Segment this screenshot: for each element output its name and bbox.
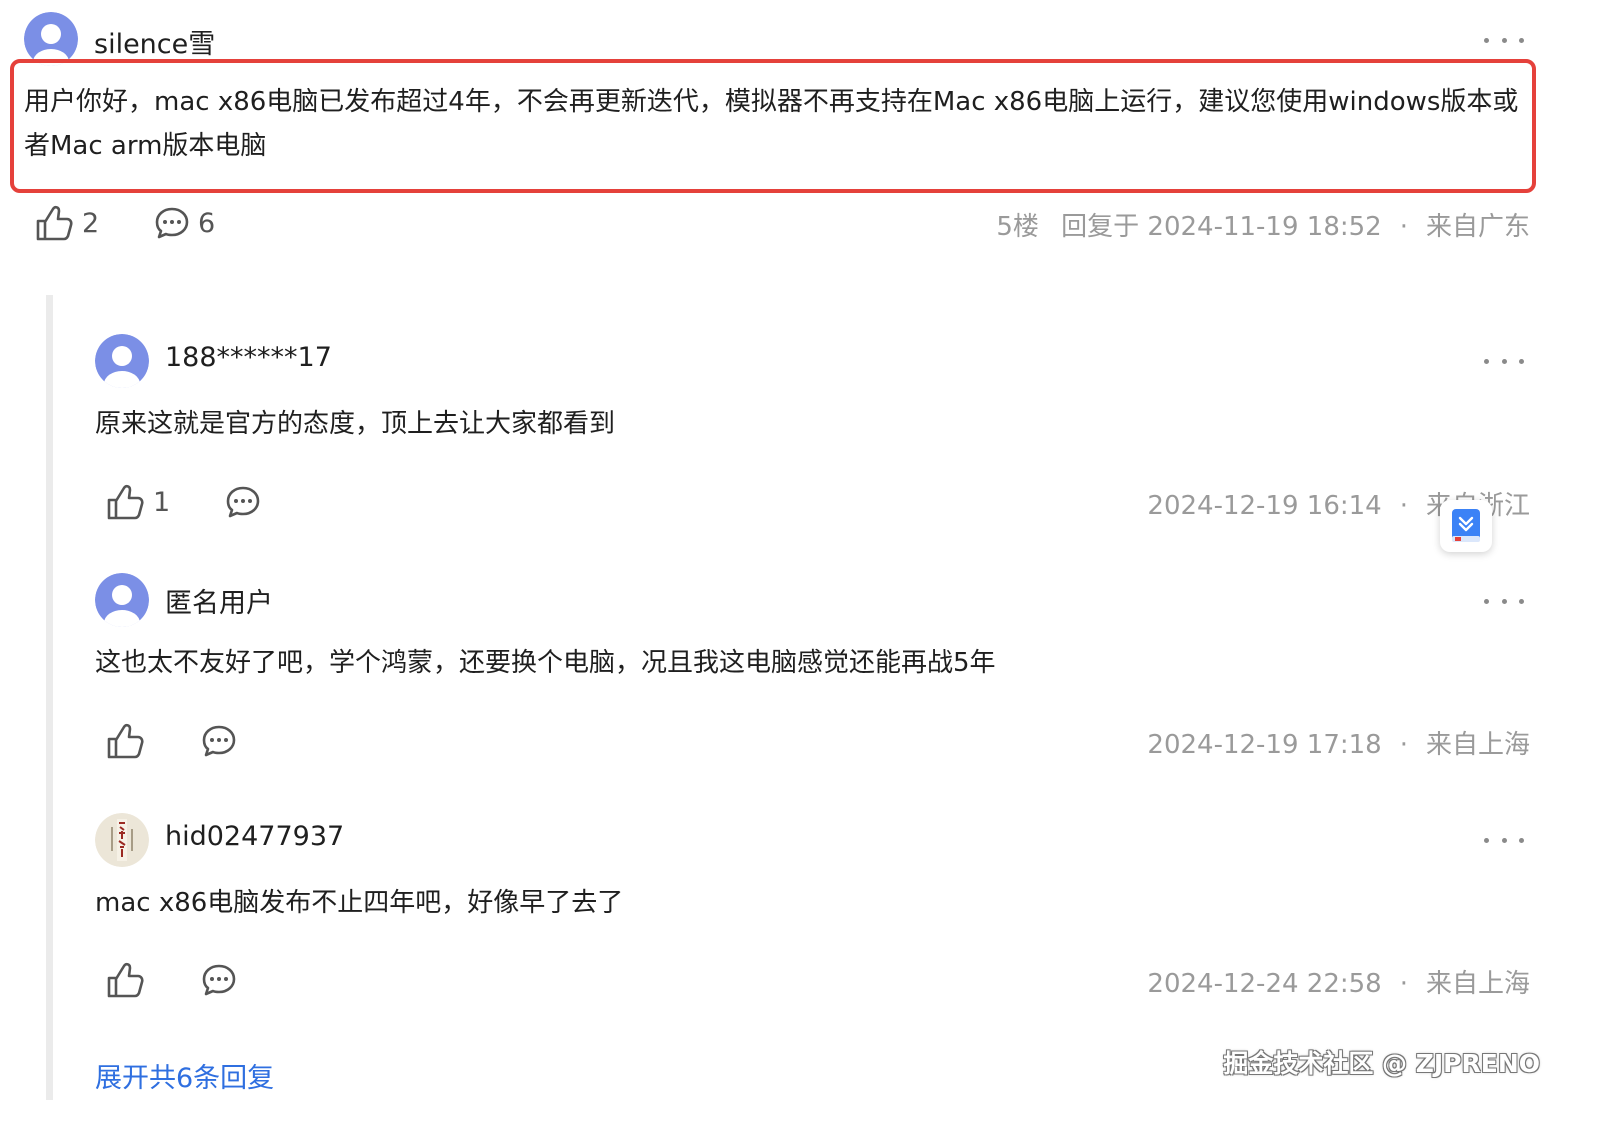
reply-content: 原来这就是官方的态度，顶上去让大家都看到 (95, 409, 616, 439)
thumbs-up-icon (107, 723, 144, 759)
floor-number: 5楼 (996, 212, 1039, 242)
separator-dot: · (1399, 491, 1408, 521)
username[interactable]: 188******17 (165, 342, 332, 373)
like-button[interactable] (105, 721, 145, 761)
book-download-icon (1452, 509, 1480, 542)
separator-dot: · (1399, 730, 1408, 760)
reply-time: 回复于 2024-11-19 18:52 (1061, 212, 1382, 242)
watermark: 掘金技术社区 @ ZJPRENO (1223, 1049, 1540, 1078)
username[interactable]: 匿名用户 (165, 581, 273, 620)
reply-content: mac x86电脑发布不止四年吧，好像早了去了 (95, 888, 624, 918)
floating-book-widget[interactable] (1440, 500, 1492, 552)
username[interactable]: hid02477937 (165, 821, 344, 852)
reply-button[interactable] (201, 723, 237, 759)
thumbs-up-icon (107, 484, 144, 520)
reply-content: 这也太不友好了吧，学个鸿蒙，还要换个电脑，况且我这电脑感觉还能再战5年 (95, 648, 996, 678)
avatar[interactable] (24, 12, 78, 66)
separator-dot: · (1399, 969, 1408, 999)
avatar[interactable] (95, 334, 149, 388)
comment-meta: 5楼 回复于 2024-11-19 18:52 · 来自广东 (996, 206, 1530, 243)
reply-time: 2024-12-24 22:58 (1147, 969, 1382, 999)
user-avatar-icon (24, 12, 78, 66)
reply-meta: 2024-12-19 17:18 · 来自上海 (1147, 724, 1530, 761)
like-button[interactable]: 2 (34, 203, 99, 243)
thumbs-up-icon (36, 205, 73, 241)
like-count: 1 (153, 486, 171, 518)
like-count: 2 (82, 207, 100, 239)
reply-count: 6 (198, 207, 216, 239)
more-options-icon[interactable] (1484, 591, 1524, 611)
more-options-icon[interactable] (1484, 351, 1524, 371)
comment-bubble-icon (155, 207, 189, 239)
reply-button[interactable] (225, 484, 261, 520)
user-avatar-icon (95, 334, 149, 388)
avatar[interactable] (95, 573, 149, 627)
reply-time: 2024-12-19 16:14 (1147, 491, 1382, 521)
reply-button[interactable] (201, 962, 237, 998)
separator-dot: · (1399, 212, 1408, 242)
calligraphy-avatar-icon (95, 813, 149, 867)
expand-replies-link[interactable]: 展开共6条回复 (95, 1056, 274, 1095)
like-button[interactable]: 1 (105, 482, 170, 522)
username[interactable]: silence雪 (94, 22, 215, 61)
more-options-icon[interactable] (1484, 830, 1524, 850)
thread-line (46, 295, 53, 1100)
thumbs-up-icon (107, 962, 144, 998)
comment-bubble-icon (202, 725, 236, 757)
location: 来自上海 (1425, 730, 1530, 760)
comment-content: 用户你好，mac x86电脑已发布超过4年，不会再更新迭代，模拟器不再支持在Ma… (24, 87, 1519, 161)
user-avatar-icon (95, 573, 149, 627)
avatar[interactable] (95, 813, 149, 867)
comment-bubble-icon (202, 964, 236, 996)
location: 来自广东 (1425, 212, 1530, 242)
comment-bubble-icon (226, 486, 260, 518)
like-button[interactable] (105, 960, 145, 1000)
reply-time: 2024-12-19 17:18 (1147, 730, 1382, 760)
reply-meta: 2024-12-24 22:58 · 来自上海 (1147, 963, 1530, 1000)
more-options-icon[interactable] (1484, 30, 1524, 50)
reply-button[interactable]: 6 (154, 205, 215, 241)
location: 来自上海 (1425, 969, 1530, 999)
